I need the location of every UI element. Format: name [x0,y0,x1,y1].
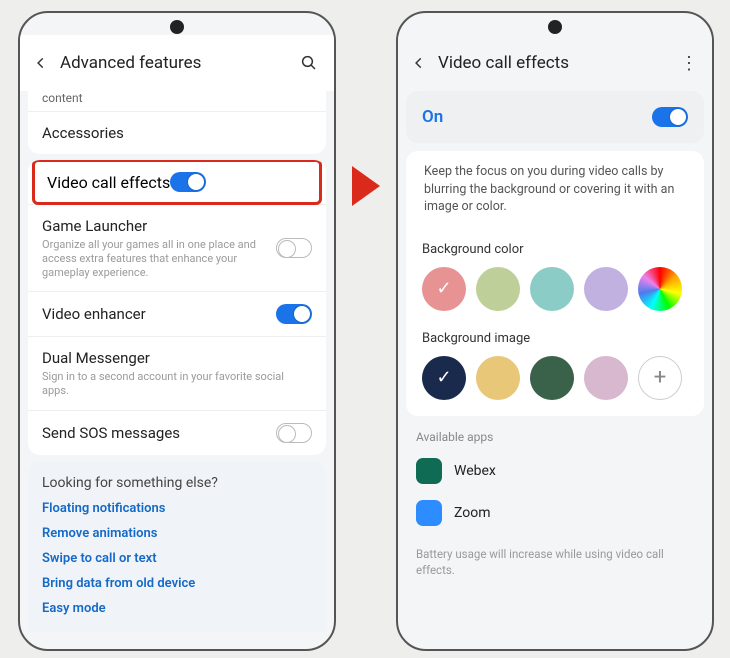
available-apps-title: Available apps [398,416,712,450]
footer-title: Looking for something else? [42,475,312,491]
bg-color-swatch[interactable] [422,267,466,311]
bg-color-title: Background color [422,242,688,257]
app-icon [416,500,442,526]
settings-group-top: content Accessories [28,89,326,154]
footer-link[interactable]: Bring data from old device [42,576,312,591]
arrow-icon [352,166,380,206]
on-label: On [422,107,652,127]
header-bar: Advanced features [20,35,334,91]
bg-image-swatch[interactable] [584,356,628,400]
app-name: Webex [454,463,496,479]
app-name: Zoom [454,505,491,521]
search-icon[interactable] [300,54,320,72]
bg-image-swatch[interactable] [530,356,574,400]
row-game-launcher[interactable]: Game Launcher Organize all your games al… [28,205,326,292]
toggle-video-enhancer[interactable] [276,304,312,324]
footer-link[interactable]: Remove animations [42,526,312,541]
bg-image-swatches: + [422,356,688,400]
footer-link[interactable]: Floating notifications [42,501,312,516]
toggle-game-launcher[interactable] [276,238,312,258]
settings-group-main: Video call effects Game Launcher Organiz… [28,160,326,455]
toggle-master[interactable] [652,107,688,127]
label-game-launcher: Game Launcher [42,217,276,235]
sub-dual-messenger: Sign in to a second account in your favo… [42,370,312,398]
bg-color-swatches [422,267,688,311]
more-icon[interactable]: ⋮ [678,53,698,74]
page-title: Video call effects [432,53,678,73]
truncated-row[interactable]: content [28,89,326,112]
section-bg-color: Background color [406,232,704,325]
add-bg-image-button[interactable]: + [638,356,682,400]
row-video-enhancer[interactable]: Video enhancer [28,292,326,337]
master-toggle-row[interactable]: On [406,91,704,143]
back-icon[interactable] [34,56,54,70]
row-dual-messenger[interactable]: Dual Messenger Sign in to a second accou… [28,337,326,411]
back-icon[interactable] [412,56,432,70]
camera-notch [548,20,562,34]
row-video-call-effects[interactable]: Video call effects [32,160,322,205]
bg-image-swatch[interactable] [422,356,466,400]
app-icon [416,458,442,484]
page-title: Advanced features [54,53,300,73]
bg-image-swatch[interactable] [476,356,520,400]
toggle-video-call-effects[interactable] [170,172,206,192]
bg-color-swatch[interactable] [584,267,628,311]
row-send-sos[interactable]: Send SOS messages [28,411,326,455]
label-accessories: Accessories [42,124,312,142]
bg-image-title: Background image [422,331,688,346]
bg-color-swatch[interactable] [638,267,682,311]
header-bar: Video call effects ⋮ [398,35,712,91]
label-dual-messenger: Dual Messenger [42,349,312,367]
label-video-enhancer: Video enhancer [42,305,276,323]
label-send-sos: Send SOS messages [42,424,276,442]
toggle-send-sos[interactable] [276,423,312,443]
battery-footnote: Battery usage will increase while using … [398,534,712,590]
phone-advanced-features: Advanced features content Accessories Vi… [18,11,336,651]
bg-color-swatch[interactable] [530,267,574,311]
app-row[interactable]: Webex [398,450,712,492]
row-accessories[interactable]: Accessories [28,112,326,154]
camera-notch [170,20,184,34]
section-bg-image: Background image + [406,325,704,416]
footer-link[interactable]: Swipe to call or text [42,551,312,566]
row-video-call-effects-wrap: Video call effects [28,160,326,205]
bg-color-swatch[interactable] [476,267,520,311]
footer-card: Looking for something else? Floating not… [28,461,326,632]
label-video-call-effects: Video call effects [47,173,170,192]
description-text: Keep the focus on you during video calls… [406,151,704,232]
footer-link[interactable]: Easy mode [42,601,312,616]
phone-video-call-effects: Video call effects ⋮ On Keep the focus o… [396,11,714,651]
sub-game-launcher: Organize all your games all in one place… [42,238,276,279]
app-row[interactable]: Zoom [398,492,712,534]
